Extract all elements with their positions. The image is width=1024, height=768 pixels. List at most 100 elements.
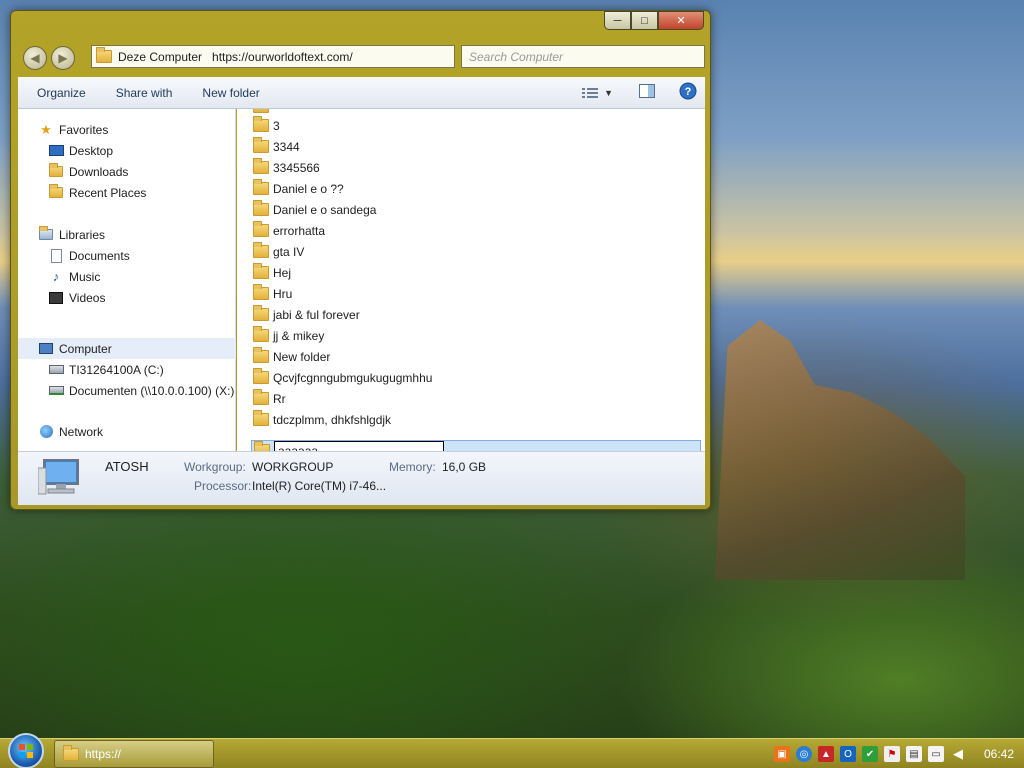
folder-icon (253, 158, 269, 174)
list-item[interactable]: Daniel e o ?? (253, 178, 693, 199)
nav-item-videos[interactable]: Videos (18, 287, 236, 308)
star-icon: ★ (40, 121, 52, 137)
desktop-wallpaper-rocks (715, 320, 965, 580)
folder-icon (253, 389, 269, 405)
folder-icon (253, 179, 269, 195)
taskbar-clock[interactable]: 06:42 (984, 747, 1014, 761)
explorer-window: ─ □ ✕ ◀ ▶ Deze Computer https://ourworld… (10, 10, 711, 510)
folder-name: Daniel e o sandega (273, 202, 377, 217)
rename-input[interactable]: aaaaaa (274, 441, 444, 451)
monitor-icon[interactable]: ▭ (927, 746, 944, 762)
nav-item-desktop[interactable]: Desktop (18, 140, 236, 161)
maximize-button[interactable]: □ (631, 11, 658, 30)
hard-drive-icon (48, 363, 64, 377)
taskbar: https:// ▣ ◎ ▲ O ✔ ⚑ ▤ ▭ ◀ 06:42 (0, 733, 1024, 768)
nav-item-label: Recent Places (69, 185, 147, 200)
folder-icon (253, 116, 269, 132)
folder-icon (253, 137, 269, 153)
nav-item-drive-c[interactable]: TI31264100A (C:) (18, 359, 236, 380)
list-item[interactable]: errorhatta (253, 220, 693, 241)
nav-libraries[interactable]: Libraries (18, 224, 236, 245)
list-item[interactable]: jj & mikey (253, 325, 693, 346)
notification-icon[interactable]: ▣ (773, 746, 790, 762)
folder-icon (253, 368, 269, 384)
music-icon: ♪ (52, 269, 60, 284)
share-with-button[interactable]: Share with (101, 86, 188, 100)
new-folder-button[interactable]: New folder (187, 86, 274, 100)
nav-favorites[interactable]: ★ Favorites (18, 119, 236, 140)
help-button[interactable]: ? (679, 82, 697, 103)
outlook-icon[interactable]: O (839, 746, 856, 762)
nav-item-recent-places[interactable]: Recent Places (18, 182, 236, 203)
nav-item-label: Documenten (\\10.0.0.100) (X:) (69, 383, 235, 398)
nav-item-label: Videos (69, 290, 106, 305)
folder-icon (253, 200, 269, 216)
list-item[interactable]: Qcvjfcgnngubmgukugugmhhu (253, 367, 693, 388)
pdf-icon[interactable]: ▲ (817, 746, 834, 762)
folder-icon (253, 410, 269, 426)
organize-button[interactable]: Organize (18, 86, 101, 100)
change-view-button[interactable]: ▼ (582, 87, 613, 99)
back-button[interactable]: ◀ (23, 46, 47, 70)
list-item[interactable]: gta IV (253, 241, 693, 262)
computer-icon (38, 459, 79, 495)
list-item[interactable]: tdczplmm, dhkfshlgdjk (253, 409, 693, 430)
network-drive-icon (48, 384, 64, 398)
list-item[interactable]: 3 (253, 115, 693, 136)
folder-name: 3345566 (273, 160, 320, 175)
list-item-renaming[interactable]: aaaaaa (251, 440, 701, 451)
nav-item-drive-x[interactable]: Documenten (\\10.0.0.100) (X:) (18, 380, 236, 401)
clipboard-icon[interactable]: ▤ (905, 746, 922, 762)
list-item[interactable]: Daniel e o sandega (253, 199, 693, 220)
folder-name: errorhatta (273, 223, 326, 238)
preview-pane-icon (639, 84, 655, 98)
start-button[interactable] (8, 733, 44, 768)
search-placeholder: Search Computer (469, 49, 564, 64)
svg-text:?: ? (685, 86, 692, 98)
search-input[interactable]: Search Computer (461, 45, 705, 68)
folder-icon (253, 347, 269, 363)
flag-icon[interactable]: ⚑ (883, 746, 900, 762)
list-item[interactable]: Rr (253, 388, 693, 409)
nav-computer[interactable]: Computer (18, 338, 236, 359)
list-item[interactable]: Hej (253, 262, 693, 283)
close-button[interactable]: ✕ (658, 11, 704, 30)
taskbar-explorer-button[interactable]: https:// (54, 740, 214, 768)
nav-item-label: Downloads (69, 164, 129, 179)
arrow-left-icon: ◀ (30, 51, 40, 65)
folder-name: 3344 (273, 139, 300, 154)
list-item[interactable]: Hru (253, 283, 693, 304)
details-pane: ATOSH Workgroup: WORKGROUP Memory: 16,0 … (18, 451, 705, 505)
nav-item-music[interactable]: ♪ Music (18, 266, 236, 287)
chevron-down-icon: ▼ (604, 87, 613, 98)
nav-network[interactable]: Network (18, 421, 236, 442)
nav-item-documents[interactable]: Documents (18, 245, 236, 266)
folder-icon (63, 744, 79, 761)
volume-icon[interactable]: ◀ (950, 746, 966, 762)
recent-places-icon (48, 184, 64, 200)
nav-item-label: Documents (69, 248, 130, 263)
folder-icon (253, 326, 269, 342)
nav-computer-label: Computer (59, 341, 112, 356)
folder-name: Hej (273, 265, 292, 280)
list-item[interactable]: 3344 (253, 136, 693, 157)
nav-item-downloads[interactable]: Downloads (18, 161, 236, 182)
taskbar-explorer-label: https:// (85, 747, 122, 761)
address-bar[interactable]: Deze Computer https://ourworldoftext.com… (91, 45, 455, 68)
nav-item-label: Music (69, 269, 101, 284)
list-item[interactable]: New folder (253, 346, 693, 367)
list-item[interactable]: 3345566 (253, 157, 693, 178)
forward-button[interactable]: ▶ (51, 46, 75, 70)
preview-pane-button[interactable] (639, 84, 655, 101)
address-text: Deze Computer https://ourworldoftext.com… (118, 49, 353, 64)
rename-value: aaaaaa (278, 443, 319, 452)
folder-icon (253, 109, 269, 113)
list-item[interactable]: jabi & ful forever (253, 304, 693, 325)
folder-name: jj & mikey (273, 328, 325, 343)
check-icon[interactable]: ✔ (861, 746, 878, 762)
minimize-button[interactable]: ─ (604, 11, 631, 30)
network-globe-icon[interactable]: ◎ (795, 746, 812, 762)
caption-buttons: ─ □ ✕ (604, 11, 704, 30)
arrow-right-icon: ▶ (58, 51, 68, 65)
documents-icon (48, 248, 64, 263)
